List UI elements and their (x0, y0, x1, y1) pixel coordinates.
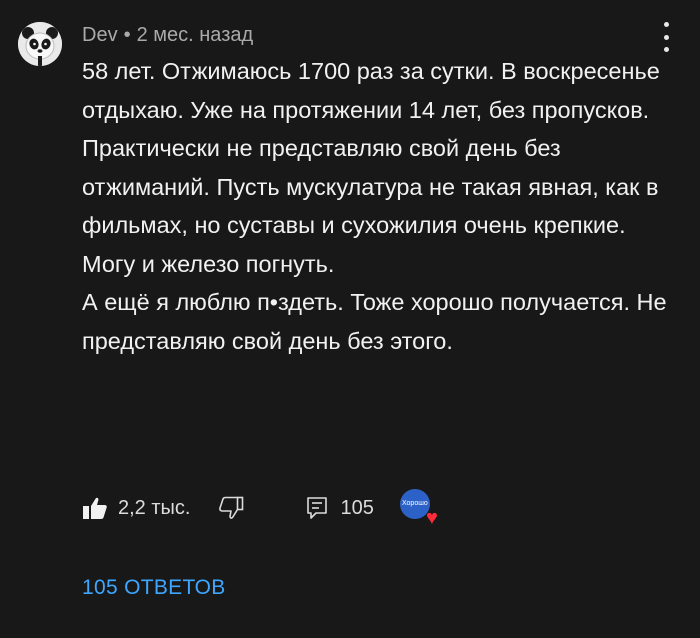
comment-paragraph: 58 лет. Отжимаюсь 1700 раз за сутки. В в… (82, 58, 660, 277)
author-name[interactable]: Dev (82, 24, 118, 46)
comment-header: Dev • 2 мес. назад (82, 24, 253, 47)
thumbs-down-icon[interactable] (218, 496, 244, 520)
meta-separator: • (123, 24, 131, 46)
author-avatar[interactable] (18, 22, 62, 66)
comment-time[interactable]: 2 мес. назад (137, 24, 254, 46)
reply-comment-icon[interactable] (306, 496, 328, 520)
comment-text: 58 лет. Отжимаюсь 1700 раз за сутки. В в… (82, 52, 672, 360)
menu-dot (663, 34, 669, 40)
view-replies-button[interactable]: 105 ОТВЕТОВ (82, 576, 226, 600)
kebab-menu-icon[interactable] (660, 22, 672, 52)
comment-paragraph: А ещё я люблю п•здеть. Тоже хорошо получ… (82, 289, 667, 354)
reply-count: 105 (340, 496, 374, 519)
comment-actions: 2,2 тыс. 105 Хорошо Сделано ♥ (82, 488, 438, 528)
like-count: 2,2 тыс. (118, 496, 191, 519)
heart-icon: ♥ (425, 507, 438, 529)
comment-thread: Dev • 2 мес. назад 58 лет. Отжимаюсь 1700 … (0, 0, 700, 638)
menu-dot (663, 22, 669, 27)
thumbs-up-icon[interactable] (82, 496, 108, 520)
creator-heart-icon: Хорошо Сделано ♥ (399, 489, 438, 529)
panda-avatar-image (18, 22, 62, 66)
